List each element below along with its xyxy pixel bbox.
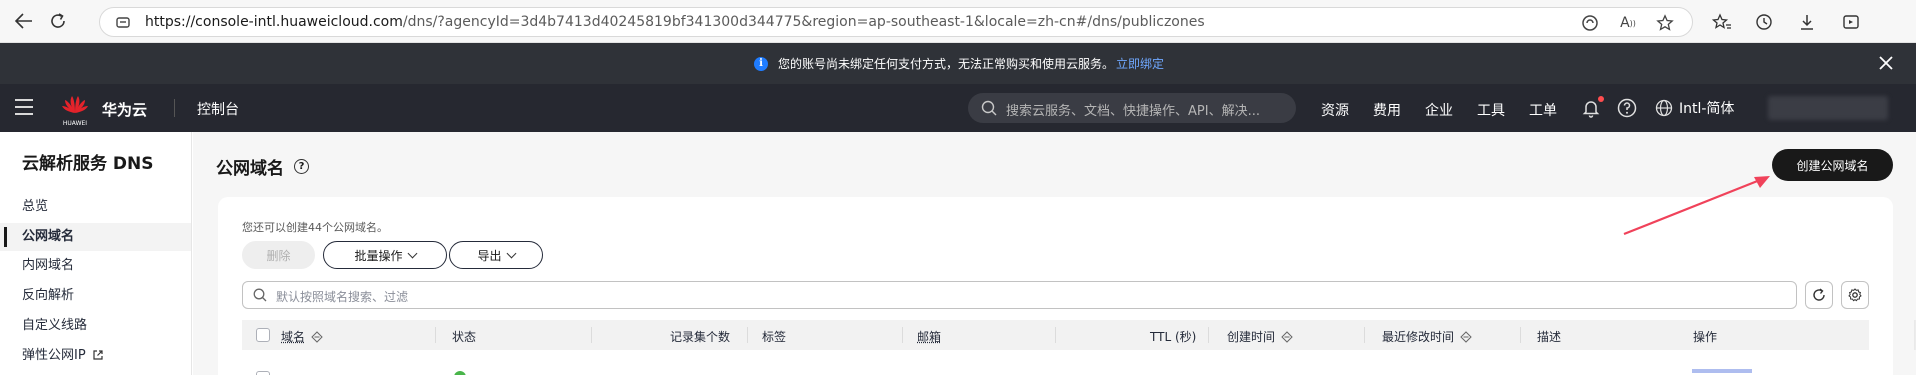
sidebar-item-private-zones[interactable]: 内网域名 bbox=[0, 252, 191, 280]
nav-tickets[interactable]: 工单 bbox=[1529, 100, 1557, 120]
translate-icon[interactable] bbox=[1580, 13, 1600, 33]
column-recordsets: 记录集个数 bbox=[670, 328, 730, 345]
nav-billing[interactable]: 费用 bbox=[1373, 100, 1401, 120]
gear-icon bbox=[1848, 288, 1862, 302]
browser-toolbar: https://console-intl.huaweicloud.com/dns… bbox=[0, 0, 1916, 43]
user-account-menu[interactable] bbox=[1768, 96, 1888, 120]
zone-filter-input[interactable]: 默认按照域名搜索、过滤 bbox=[242, 281, 1797, 309]
close-icon[interactable] bbox=[1876, 53, 1896, 73]
row-checkbox[interactable] bbox=[256, 371, 270, 375]
notice-text: 您的账号尚未绑定任何支付方式，无法正常购买和使用云服务。 bbox=[778, 55, 1114, 72]
sort-icon bbox=[1460, 331, 1472, 343]
column-divider bbox=[1055, 327, 1056, 343]
column-created-label: 创建时间 bbox=[1227, 328, 1275, 345]
favorite-star-icon[interactable] bbox=[1655, 13, 1675, 33]
menu-icon[interactable] bbox=[15, 99, 33, 115]
search-icon bbox=[981, 100, 997, 116]
batch-label: 批量操作 bbox=[354, 247, 402, 264]
table-settings-button[interactable] bbox=[1841, 281, 1869, 309]
payment-notice-banner: i 您的账号尚未绑定任何支付方式，无法正常购买和使用云服务。 立即绑定 bbox=[0, 43, 1916, 84]
sidebar-item-label: 弹性公网IP bbox=[22, 348, 86, 363]
quota-text: 您还可以创建44个公网域名。 bbox=[242, 219, 388, 235]
huawei-logo[interactable]: HUAWEI bbox=[60, 93, 90, 125]
collections-icon[interactable] bbox=[1840, 11, 1862, 33]
column-divider bbox=[435, 327, 436, 343]
batch-operations-button[interactable]: 批量操作 bbox=[323, 241, 447, 269]
filter-placeholder: 默认按照域名搜索、过滤 bbox=[276, 288, 408, 305]
url-text: https://console-intl.huaweicloud.com/dns… bbox=[145, 14, 1205, 30]
console-header: HUAWEI 华为云 控制台 搜索云服务、文档、快捷操作、API、解决... 资… bbox=[0, 84, 1916, 132]
refresh-icon[interactable] bbox=[47, 10, 69, 32]
column-operation: 操作 bbox=[1693, 328, 1717, 345]
brand-name[interactable]: 华为云 bbox=[102, 99, 147, 120]
refresh-icon bbox=[1812, 288, 1826, 302]
history-icon[interactable] bbox=[1753, 11, 1775, 33]
column-divider bbox=[902, 327, 903, 343]
sidebar-item-custom-lines[interactable]: 自定义线路 bbox=[0, 312, 191, 340]
export-label: 导出 bbox=[477, 247, 501, 264]
sidebar-item-public-zones[interactable]: 公网域名 bbox=[0, 223, 191, 251]
notification-dot bbox=[1598, 96, 1604, 102]
refresh-list-button[interactable] bbox=[1805, 281, 1833, 309]
globe-icon bbox=[1655, 99, 1673, 117]
sidebar-item-eip[interactable]: 弹性公网IP bbox=[0, 342, 191, 370]
column-modified-label: 最近修改时间 bbox=[1382, 328, 1454, 345]
column-ttl: TTL (秒) bbox=[1150, 328, 1196, 345]
search-placeholder: 搜索云服务、文档、快捷操作、API、解决... bbox=[1006, 100, 1260, 119]
row-operation-links[interactable] bbox=[1692, 369, 1752, 373]
column-divider bbox=[1520, 327, 1521, 343]
column-divider bbox=[1364, 327, 1365, 343]
bind-payment-link[interactable]: 立即绑定 bbox=[1116, 55, 1164, 72]
info-icon: i bbox=[754, 57, 768, 71]
sort-icon bbox=[311, 331, 323, 343]
search-icon bbox=[253, 288, 267, 302]
global-search-input[interactable]: 搜索云服务、文档、快捷操作、API、解决... bbox=[968, 93, 1296, 123]
nav-resources[interactable]: 资源 bbox=[1321, 100, 1349, 120]
chevron-down-icon bbox=[407, 248, 417, 258]
export-button[interactable]: 导出 bbox=[449, 241, 543, 269]
sidebar-item-overview[interactable]: 总览 bbox=[0, 193, 191, 221]
delete-button[interactable]: 删除 bbox=[242, 241, 315, 269]
column-domain[interactable]: 域名 bbox=[281, 328, 323, 345]
annotation-arrow bbox=[1620, 168, 1780, 238]
column-divider bbox=[591, 327, 592, 343]
sort-icon bbox=[1281, 331, 1293, 343]
chevron-down-icon bbox=[506, 248, 516, 258]
service-title: 云解析服务 DNS bbox=[22, 149, 154, 174]
table-row[interactable] bbox=[242, 366, 1869, 375]
address-bar[interactable]: https://console-intl.huaweicloud.com/dns… bbox=[99, 7, 1693, 37]
nav-tools[interactable]: 工具 bbox=[1477, 100, 1505, 120]
column-tags: 标签 bbox=[762, 328, 786, 345]
logo-text: HUAWEI bbox=[60, 120, 90, 127]
column-domain-label: 域名 bbox=[281, 328, 305, 345]
back-icon[interactable] bbox=[13, 10, 35, 32]
column-divider bbox=[747, 327, 748, 343]
status-icon bbox=[454, 371, 466, 375]
help-icon[interactable] bbox=[1616, 97, 1638, 119]
column-description: 描述 bbox=[1537, 328, 1561, 345]
create-public-zone-button[interactable]: 创建公网域名 bbox=[1772, 149, 1893, 181]
column-modified[interactable]: 最近修改时间 bbox=[1382, 328, 1472, 345]
select-all-checkbox[interactable] bbox=[256, 328, 270, 342]
sidebar-item-reverse-resolution[interactable]: 反向解析 bbox=[0, 282, 191, 310]
column-email: 邮箱 bbox=[917, 328, 941, 345]
column-created[interactable]: 创建时间 bbox=[1227, 328, 1293, 345]
external-link-icon bbox=[92, 349, 104, 361]
table-header: 域名 状态 记录集个数 标签 邮箱 TTL (秒) 创建时间 最近修改时间 描述… bbox=[242, 320, 1869, 350]
column-status: 状态 bbox=[452, 328, 476, 345]
header-divider bbox=[174, 99, 175, 117]
question-icon[interactable]: ? bbox=[294, 159, 309, 174]
read-aloud-icon[interactable]: A)) bbox=[1618, 13, 1638, 33]
page-title: 公网域名 ? bbox=[216, 154, 309, 179]
site-info-icon[interactable] bbox=[115, 14, 131, 30]
nav-enterprise[interactable]: 企业 bbox=[1425, 100, 1453, 120]
column-divider bbox=[1208, 327, 1209, 343]
downloads-icon[interactable] bbox=[1796, 11, 1818, 33]
favorites-icon[interactable] bbox=[1711, 11, 1733, 33]
language-switch[interactable]: Intl-简体 bbox=[1655, 98, 1734, 118]
language-label: Intl-简体 bbox=[1679, 98, 1734, 118]
page-title-text: 公网域名 bbox=[216, 154, 284, 179]
console-link[interactable]: 控制台 bbox=[197, 99, 239, 119]
